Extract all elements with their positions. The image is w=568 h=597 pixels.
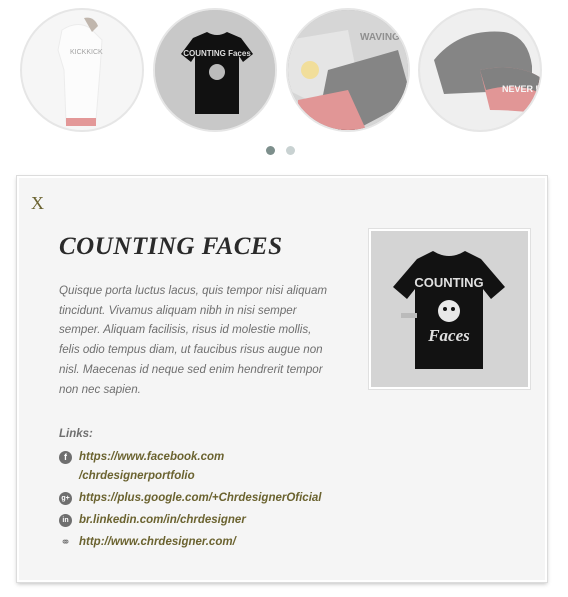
link-row-website: ⚭ http://www.chrdesigner.com/ bbox=[59, 533, 236, 552]
product-description: Quisque porta luctus lacus, quis tempor … bbox=[59, 284, 328, 396]
facebook-icon: f bbox=[59, 451, 72, 464]
website-link[interactable]: http://www.chrdesigner.com/ bbox=[79, 533, 236, 552]
carousel-item-counting-faces-tee[interactable]: COUNTING Faces bbox=[153, 8, 277, 132]
carousel-item-waving-hoodie[interactable]: WAVING HOO T-S bbox=[286, 8, 410, 132]
thumb-overlay bbox=[420, 10, 540, 130]
links-label: Links: bbox=[59, 428, 93, 440]
portfolio-carousel: KICKKICK COUNTING Faces WAVING HOO T-S bbox=[0, 0, 568, 165]
pagination-dot-1[interactable] bbox=[266, 146, 275, 155]
carousel-item-kickkick-tee[interactable]: KICKKICK bbox=[20, 8, 144, 132]
tshirt-image: COUNTING Faces bbox=[371, 231, 528, 387]
link-icon: ⚭ bbox=[60, 535, 71, 549]
tshirt-print-bottom: Faces bbox=[427, 326, 470, 345]
carousel-item-never-broke-cap[interactable]: NEVER BROKE bbox=[418, 8, 542, 132]
tshirt-print-top: COUNTING bbox=[414, 275, 483, 290]
thumb-overlay bbox=[22, 10, 142, 130]
thumb-overlay bbox=[288, 10, 408, 130]
google-plus-link[interactable]: https://plus.google.com/+ChrdesignerOfic… bbox=[79, 489, 322, 508]
pagination-dot-2[interactable] bbox=[286, 146, 295, 155]
thumb-overlay bbox=[155, 10, 275, 130]
linkedin-icon: in bbox=[59, 514, 72, 527]
google-plus-icon: g+ bbox=[59, 492, 72, 505]
product-title: COUNTING FACES bbox=[59, 233, 283, 260]
product-detail-panel: X COUNTING FACES Quisque porta luctus la… bbox=[17, 176, 547, 582]
facebook-link[interactable]: https://www.facebook.com /chrdesignerpor… bbox=[79, 448, 249, 486]
linkedin-link[interactable]: br.linkedin.com/in/chrdesigner bbox=[79, 511, 246, 530]
link-row-google-plus: g+ https://plus.google.com/+ChrdesignerO… bbox=[59, 492, 322, 508]
product-image: COUNTING Faces bbox=[369, 229, 530, 389]
carousel-pagination bbox=[266, 146, 295, 155]
link-row-facebook: f https://www.facebook.com /chrdesignerp… bbox=[59, 451, 249, 486]
close-button[interactable]: X bbox=[31, 193, 44, 214]
link-row-linkedin: in br.linkedin.com/in/chrdesigner bbox=[59, 514, 246, 530]
